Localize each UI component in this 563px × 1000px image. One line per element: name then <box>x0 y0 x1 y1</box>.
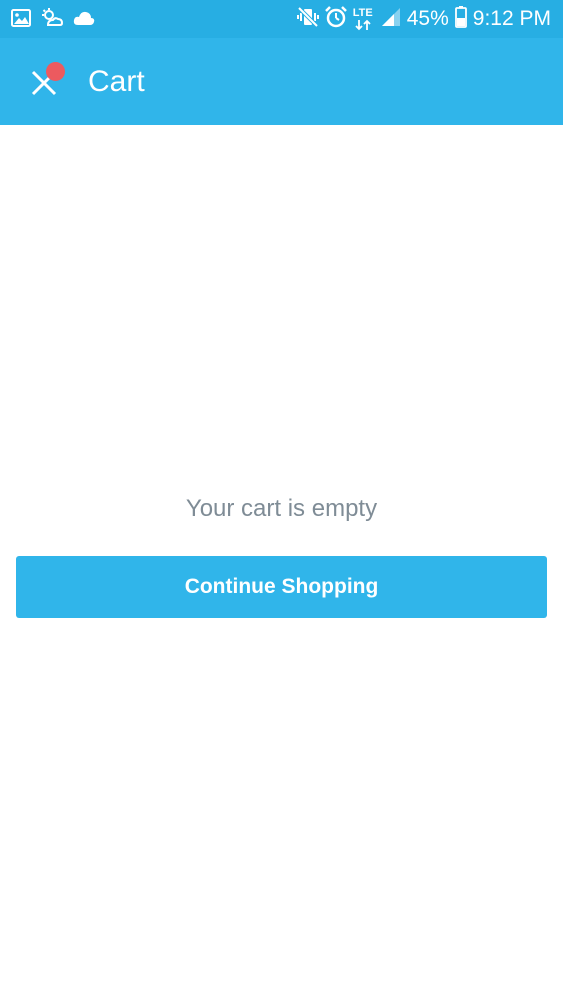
lte-label: LTE <box>352 7 373 19</box>
cloud-icon <box>73 10 95 31</box>
notification-badge <box>46 62 65 81</box>
status-left-icons <box>11 8 95 33</box>
status-right-icons: LTE 45% 9:12 PM <box>296 5 551 33</box>
weather-icon <box>40 8 64 33</box>
vibrate-icon <box>296 6 319 33</box>
signal-icon <box>381 7 401 32</box>
lte-icon: LTE <box>353 7 375 31</box>
continue-shopping-button[interactable]: Continue Shopping <box>16 556 547 618</box>
status-bar: LTE 45% 9:12 PM <box>0 0 563 38</box>
alarm-icon <box>324 5 347 33</box>
close-button[interactable] <box>26 62 66 102</box>
app-bar: Cart <box>0 38 563 125</box>
image-icon <box>11 9 31 32</box>
battery-percent: 45% <box>406 7 449 30</box>
battery-icon <box>454 5 467 33</box>
page-title: Cart <box>88 65 145 98</box>
empty-cart-message: Your cart is empty <box>185 495 378 522</box>
clock: 9:12 PM <box>472 7 551 30</box>
